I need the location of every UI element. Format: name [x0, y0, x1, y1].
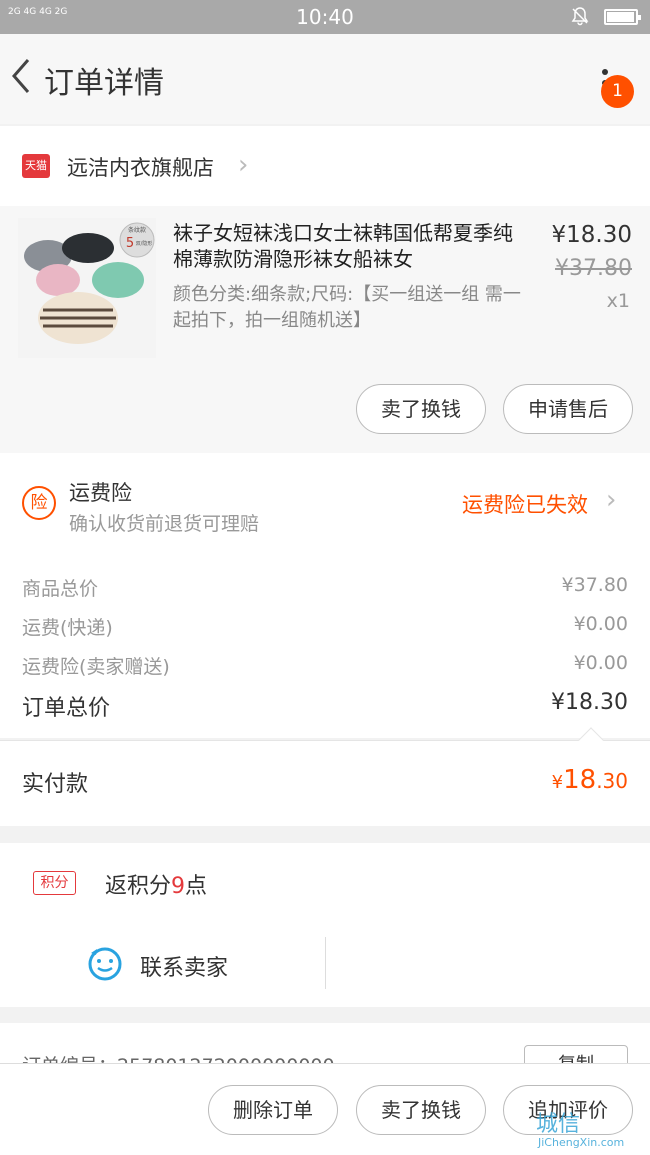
sell-button[interactable]: 卖了换钱: [356, 384, 486, 434]
insurance-subtitle: 确认收货前退货可理赔: [69, 513, 260, 535]
order-total-row: 订单总价 ¥18.30: [22, 690, 628, 722]
points-tag: 积分: [33, 871, 76, 895]
notification-badge: 1: [601, 75, 634, 108]
watermark-logo: 城信 JiChengXin.com: [530, 1106, 648, 1154]
after-sale-button[interactable]: 申请售后: [503, 384, 633, 434]
points-count: 9: [171, 874, 186, 899]
thumb-label-num: 5: [126, 236, 134, 251]
price-row-label: 商品总价: [22, 578, 99, 600]
thumb-label-top: 条纹款: [128, 226, 146, 234]
battery-icon: [604, 9, 641, 25]
price-summary: 商品总价 ¥37.80 运费(快递) ¥0.00 运费险(卖家赠送) ¥0.00…: [0, 548, 650, 738]
price-row-goods: 商品总价 ¥37.80: [22, 574, 628, 601]
payment-amount: ¥18.30: [552, 765, 628, 795]
payment-amount-dec: .30: [596, 769, 628, 793]
price-row-label: 运费险(卖家赠送): [22, 656, 170, 678]
product-sku: 颜色分类:细条款;尺码:【买一组送一组 需一起拍下，拍一组随机送】: [173, 284, 521, 331]
product-quantity: x1: [606, 290, 630, 312]
sell-button-bottom[interactable]: 卖了换钱: [356, 1085, 486, 1135]
chevron-right-icon: ›: [606, 485, 617, 515]
points-suffix: 点: [185, 874, 208, 899]
insurance-status[interactable]: 运费险已失效: [462, 489, 588, 519]
product-price: ¥18.30: [551, 222, 632, 248]
back-icon[interactable]: [6, 56, 40, 96]
payment-amount-int: 18: [563, 765, 597, 795]
price-row-value: ¥37.80: [561, 574, 628, 596]
contact-row: 联系卖家: [0, 923, 650, 1007]
mute-bell-icon: [570, 6, 590, 31]
price-row-shipping: 运费(快递) ¥0.00: [22, 613, 628, 640]
price-row-label: 运费(快递): [22, 617, 113, 639]
delete-order-button[interactable]: 删除订单: [208, 1085, 338, 1135]
price-row-value: ¥0.00: [573, 652, 628, 674]
clock: 10:40: [296, 5, 354, 29]
order-item: 条纹款 5 双/隐形 袜子女短袜浅口女士袜韩国低帮夏季纯棉薄款防滑隐形袜女船袜女…: [0, 206, 650, 453]
thumb-label-sub: 双/隐形: [136, 240, 153, 247]
payment-currency: ¥: [551, 772, 564, 793]
watermark-url: JiChengXin.com: [538, 1136, 625, 1149]
shipping-insurance-row[interactable]: 险 运费险 确认收货前退货可理赔 运费险已失效 ›: [0, 453, 650, 548]
points-prefix: 返积分: [105, 874, 172, 899]
chat-face-icon[interactable]: [87, 945, 123, 981]
divider: [325, 937, 326, 989]
status-bar: 2G 4G 4G 2G 10:40: [0, 0, 650, 34]
tmall-logo-icon: 天猫: [22, 154, 50, 178]
product-original-price: ¥37.80: [555, 256, 632, 281]
order-total-label: 订单总价: [22, 696, 111, 721]
actual-payment-row: 实付款 ¥18.30: [0, 727, 650, 826]
payment-label: 实付款: [22, 772, 89, 797]
shop-row[interactable]: 天猫 远洁内衣旗舰店 ›: [0, 126, 650, 206]
points-text: 返积分9点: [105, 868, 207, 900]
order-total-value: ¥18.30: [551, 690, 628, 715]
product-title[interactable]: 袜子女短袜浅口女士袜韩国低帮夏季纯棉薄款防滑隐形袜女船袜女: [173, 220, 528, 272]
insurance-title: 运费险: [69, 481, 132, 505]
price-row-insurance: 运费险(卖家赠送) ¥0.00: [22, 652, 628, 679]
chevron-right-icon: ›: [238, 150, 249, 180]
contact-seller-button[interactable]: 联系卖家: [140, 950, 228, 982]
shop-name[interactable]: 远洁内衣旗舰店: [67, 152, 214, 182]
page-title: 订单详情: [44, 66, 164, 101]
product-image[interactable]: 条纹款 5 双/隐形: [18, 218, 156, 358]
nav-header: 订单详情 1: [0, 34, 650, 124]
price-row-value: ¥0.00: [573, 613, 628, 635]
points-row: 积分 返积分9点: [0, 843, 650, 923]
watermark-brand: 城信: [536, 1112, 581, 1137]
insurance-icon: 险: [22, 486, 56, 520]
